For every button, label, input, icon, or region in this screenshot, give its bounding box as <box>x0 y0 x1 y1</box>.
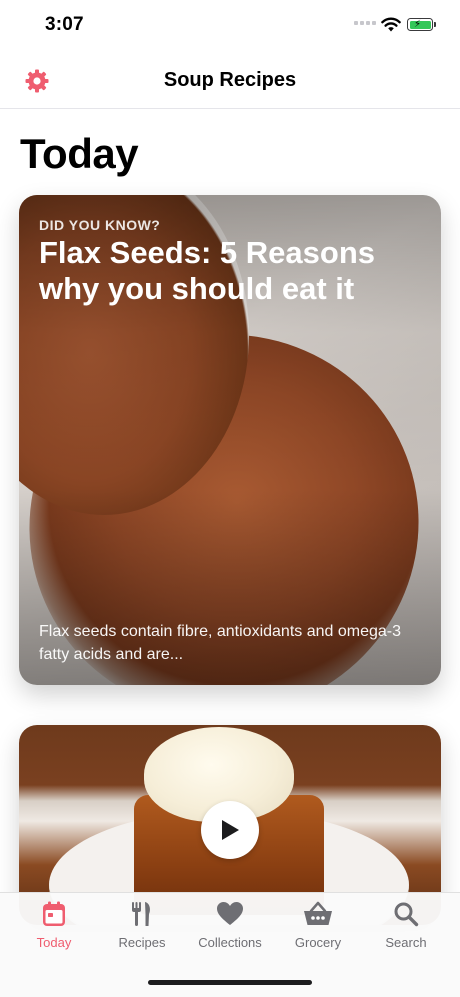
tab-search[interactable]: Search <box>360 893 452 963</box>
navigation-bar: Soup Recipes <box>0 50 460 109</box>
tab-label: Today <box>36 935 72 950</box>
cellular-signal-icon <box>354 21 376 25</box>
status-bar: 3:07 ⚡ <box>0 0 460 50</box>
feature-card[interactable]: DID YOU KNOW? Flax Seeds: 5 Reasons why … <box>19 195 441 685</box>
page-title: Today <box>20 130 139 177</box>
calendar-icon <box>43 901 65 926</box>
tab-grocery[interactable]: Grocery <box>272 893 364 963</box>
tab-label: Grocery <box>294 935 342 950</box>
tab-recipes[interactable]: Recipes <box>96 893 188 963</box>
card-description: Flax seeds contain fibre, antioxidants a… <box>39 623 401 663</box>
wifi-icon <box>381 17 401 32</box>
basket-icon <box>304 901 332 925</box>
status-time: 3:07 <box>45 14 84 35</box>
home-indicator <box>148 980 312 985</box>
tab-label: Collections <box>198 935 262 950</box>
nav-title: Soup Recipes <box>163 69 297 91</box>
play-button[interactable] <box>201 801 259 859</box>
tab-today[interactable]: Today <box>8 893 100 963</box>
fork-knife-icon <box>132 902 150 926</box>
play-icon <box>222 820 239 840</box>
tab-label: Search <box>385 935 427 950</box>
heart-icon <box>217 902 243 925</box>
card-headline: Flax Seeds: 5 Reasons why you should eat… <box>39 235 375 306</box>
tab-label: Recipes <box>118 935 166 950</box>
card-eyebrow: DID YOU KNOW? <box>39 217 161 233</box>
battery-icon: ⚡ <box>407 18 433 31</box>
tab-collections[interactable]: Collections <box>184 893 276 963</box>
search-icon <box>394 902 419 927</box>
